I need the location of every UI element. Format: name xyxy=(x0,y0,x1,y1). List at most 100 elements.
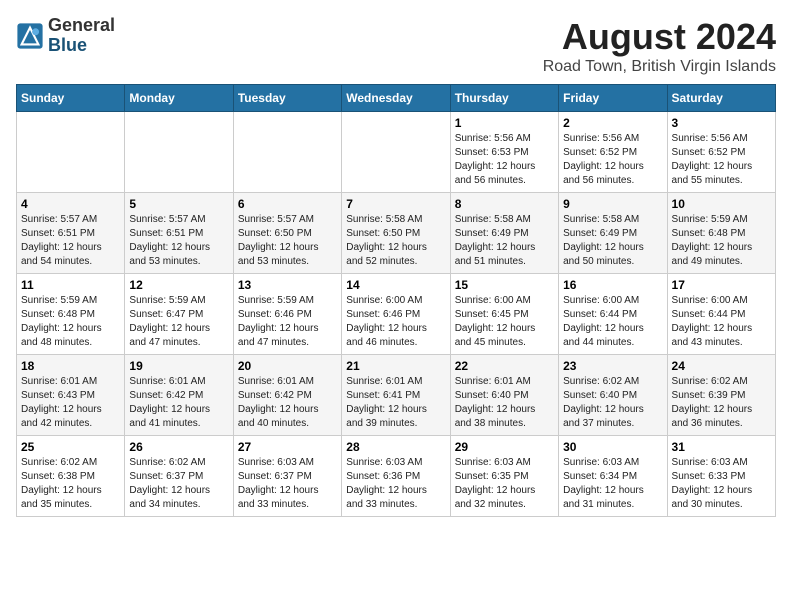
calendar-cell: 23Sunrise: 6:02 AM Sunset: 6:40 PM Dayli… xyxy=(559,355,667,436)
weekday-header: Monday xyxy=(125,85,233,112)
day-number: 24 xyxy=(672,359,771,373)
day-number: 19 xyxy=(129,359,228,373)
calendar-cell: 9 Sunrise: 5:58 AM Sunset: 6:49 PM Daylig… xyxy=(559,193,667,274)
calendar-cell: 4Sunrise: 5:57 AM Sunset: 6:51 PM Daylig… xyxy=(17,193,125,274)
day-number: 25 xyxy=(21,440,120,454)
calendar-cell: 26 Sunrise: 6:02 AM Sunset: 6:37 PM Dayli… xyxy=(125,436,233,517)
weekday-header-row: SundayMondayTuesdayWednesdayThursdayFrid… xyxy=(17,85,776,112)
day-info: Sunrise: 5:56 AM Sunset: 6:53 PM Dayligh… xyxy=(455,132,554,188)
day-number: 13 xyxy=(238,278,337,292)
calendar-cell: 19 Sunrise: 6:01 AM Sunset: 6:42 PM Dayli… xyxy=(125,355,233,436)
day-info: Sunrise: 6:03 AM Sunset: 6:33 PM Dayligh… xyxy=(672,456,771,512)
month-year: August 2024 xyxy=(543,16,776,58)
calendar-cell: 28 Sunrise: 6:03 AM Sunset: 6:36 PM Dayli… xyxy=(342,436,450,517)
calendar-cell: 16Sunrise: 6:00 AM Sunset: 6:44 PM Dayli… xyxy=(559,274,667,355)
day-number: 18 xyxy=(21,359,120,373)
day-info: Sunrise: 6:00 AM Sunset: 6:45 PM Dayligh… xyxy=(455,294,554,350)
day-info: Sunrise: 6:03 AM Sunset: 6:37 PM Dayligh… xyxy=(238,456,337,512)
calendar-cell xyxy=(17,112,125,193)
day-number: 10 xyxy=(672,197,771,211)
weekday-header: Saturday xyxy=(667,85,775,112)
day-info: Sunrise: 6:02 AM Sunset: 6:37 PM Dayligh… xyxy=(129,456,228,512)
day-number: 9 xyxy=(563,197,662,211)
day-number: 27 xyxy=(238,440,337,454)
calendar-cell: 3 Sunrise: 5:56 AM Sunset: 6:52 PM Daylig… xyxy=(667,112,775,193)
day-number: 8 xyxy=(455,197,554,211)
day-info: Sunrise: 6:00 AM Sunset: 6:46 PM Dayligh… xyxy=(346,294,445,350)
day-number: 16 xyxy=(563,278,662,292)
day-number: 22 xyxy=(455,359,554,373)
calendar-cell: 24 Sunrise: 6:02 AM Sunset: 6:39 PM Dayli… xyxy=(667,355,775,436)
calendar-week-row: 25 Sunrise: 6:02 AM Sunset: 6:38 PM Dayli… xyxy=(17,436,776,517)
day-number: 26 xyxy=(129,440,228,454)
calendar-cell xyxy=(233,112,341,193)
weekday-header: Wednesday xyxy=(342,85,450,112)
calendar-cell: 18 Sunrise: 6:01 AM Sunset: 6:43 PM Dayli… xyxy=(17,355,125,436)
day-info: Sunrise: 6:01 AM Sunset: 6:42 PM Dayligh… xyxy=(129,375,228,431)
day-number: 17 xyxy=(672,278,771,292)
day-number: 21 xyxy=(346,359,445,373)
calendar-cell: 17 Sunrise: 6:00 AM Sunset: 6:44 PM Dayli… xyxy=(667,274,775,355)
day-info: Sunrise: 5:56 AM Sunset: 6:52 PM Dayligh… xyxy=(672,132,771,188)
day-info: Sunrise: 6:03 AM Sunset: 6:35 PM Dayligh… xyxy=(455,456,554,512)
day-number: 23 xyxy=(563,359,662,373)
weekday-header: Friday xyxy=(559,85,667,112)
day-info: Sunrise: 6:03 AM Sunset: 6:34 PM Dayligh… xyxy=(563,456,662,512)
title-block: August 2024 Road Town, British Virgin Is… xyxy=(543,16,776,76)
day-number: 3 xyxy=(672,116,771,130)
location: Road Town, British Virgin Islands xyxy=(543,58,776,76)
day-info: Sunrise: 6:01 AM Sunset: 6:40 PM Dayligh… xyxy=(455,375,554,431)
day-info: Sunrise: 5:58 AM Sunset: 6:49 PM Dayligh… xyxy=(455,213,554,269)
day-info: Sunrise: 5:56 AM Sunset: 6:52 PM Dayligh… xyxy=(563,132,662,188)
calendar-cell xyxy=(342,112,450,193)
logo-text: General Blue xyxy=(48,16,115,56)
day-info: Sunrise: 5:57 AM Sunset: 6:51 PM Dayligh… xyxy=(21,213,120,269)
day-number: 31 xyxy=(672,440,771,454)
day-info: Sunrise: 6:01 AM Sunset: 6:41 PM Dayligh… xyxy=(346,375,445,431)
calendar-cell: 21 Sunrise: 6:01 AM Sunset: 6:41 PM Dayli… xyxy=(342,355,450,436)
calendar-cell: 2Sunrise: 5:56 AM Sunset: 6:52 PM Daylig… xyxy=(559,112,667,193)
day-info: Sunrise: 5:59 AM Sunset: 6:48 PM Dayligh… xyxy=(672,213,771,269)
day-info: Sunrise: 5:59 AM Sunset: 6:47 PM Dayligh… xyxy=(129,294,228,350)
day-info: Sunrise: 5:57 AM Sunset: 6:51 PM Dayligh… xyxy=(129,213,228,269)
day-number: 5 xyxy=(129,197,228,211)
day-info: Sunrise: 6:01 AM Sunset: 6:43 PM Dayligh… xyxy=(21,375,120,431)
calendar-cell: 25 Sunrise: 6:02 AM Sunset: 6:38 PM Dayli… xyxy=(17,436,125,517)
calendar-cell: 22 Sunrise: 6:01 AM Sunset: 6:40 PM Dayli… xyxy=(450,355,558,436)
day-info: Sunrise: 5:58 AM Sunset: 6:49 PM Dayligh… xyxy=(563,213,662,269)
day-number: 15 xyxy=(455,278,554,292)
day-info: Sunrise: 5:59 AM Sunset: 6:46 PM Dayligh… xyxy=(238,294,337,350)
weekday-header: Thursday xyxy=(450,85,558,112)
day-number: 12 xyxy=(129,278,228,292)
day-number: 6 xyxy=(238,197,337,211)
day-number: 7 xyxy=(346,197,445,211)
day-info: Sunrise: 6:02 AM Sunset: 6:39 PM Dayligh… xyxy=(672,375,771,431)
day-info: Sunrise: 6:02 AM Sunset: 6:38 PM Dayligh… xyxy=(21,456,120,512)
day-number: 20 xyxy=(238,359,337,373)
calendar-cell: 14Sunrise: 6:00 AM Sunset: 6:46 PM Dayli… xyxy=(342,274,450,355)
day-info: Sunrise: 6:03 AM Sunset: 6:36 PM Dayligh… xyxy=(346,456,445,512)
calendar-week-row: 11Sunrise: 5:59 AM Sunset: 6:48 PM Dayli… xyxy=(17,274,776,355)
calendar-cell: 27 Sunrise: 6:03 AM Sunset: 6:37 PM Dayli… xyxy=(233,436,341,517)
calendar-cell: 29 Sunrise: 6:03 AM Sunset: 6:35 PM Dayli… xyxy=(450,436,558,517)
calendar-cell: 10 Sunrise: 5:59 AM Sunset: 6:48 PM Dayli… xyxy=(667,193,775,274)
calendar-cell: 30 Sunrise: 6:03 AM Sunset: 6:34 PM Dayli… xyxy=(559,436,667,517)
weekday-header: Sunday xyxy=(17,85,125,112)
calendar-cell: 20 Sunrise: 6:01 AM Sunset: 6:42 PM Dayli… xyxy=(233,355,341,436)
calendar-week-row: 4Sunrise: 5:57 AM Sunset: 6:51 PM Daylig… xyxy=(17,193,776,274)
logo: General Blue xyxy=(16,16,115,56)
day-number: 11 xyxy=(21,278,120,292)
calendar-cell: 1 Sunrise: 5:56 AM Sunset: 6:53 PM Daylig… xyxy=(450,112,558,193)
day-number: 1 xyxy=(455,116,554,130)
calendar-cell xyxy=(125,112,233,193)
day-number: 28 xyxy=(346,440,445,454)
day-number: 29 xyxy=(455,440,554,454)
calendar-cell: 11Sunrise: 5:59 AM Sunset: 6:48 PM Dayli… xyxy=(17,274,125,355)
calendar-cell: 12 Sunrise: 5:59 AM Sunset: 6:47 PM Dayli… xyxy=(125,274,233,355)
day-info: Sunrise: 6:00 AM Sunset: 6:44 PM Dayligh… xyxy=(672,294,771,350)
day-info: Sunrise: 5:57 AM Sunset: 6:50 PM Dayligh… xyxy=(238,213,337,269)
calendar-cell: 15 Sunrise: 6:00 AM Sunset: 6:45 PM Dayli… xyxy=(450,274,558,355)
calendar-table: SundayMondayTuesdayWednesdayThursdayFrid… xyxy=(16,84,776,517)
day-number: 30 xyxy=(563,440,662,454)
day-info: Sunrise: 6:01 AM Sunset: 6:42 PM Dayligh… xyxy=(238,375,337,431)
